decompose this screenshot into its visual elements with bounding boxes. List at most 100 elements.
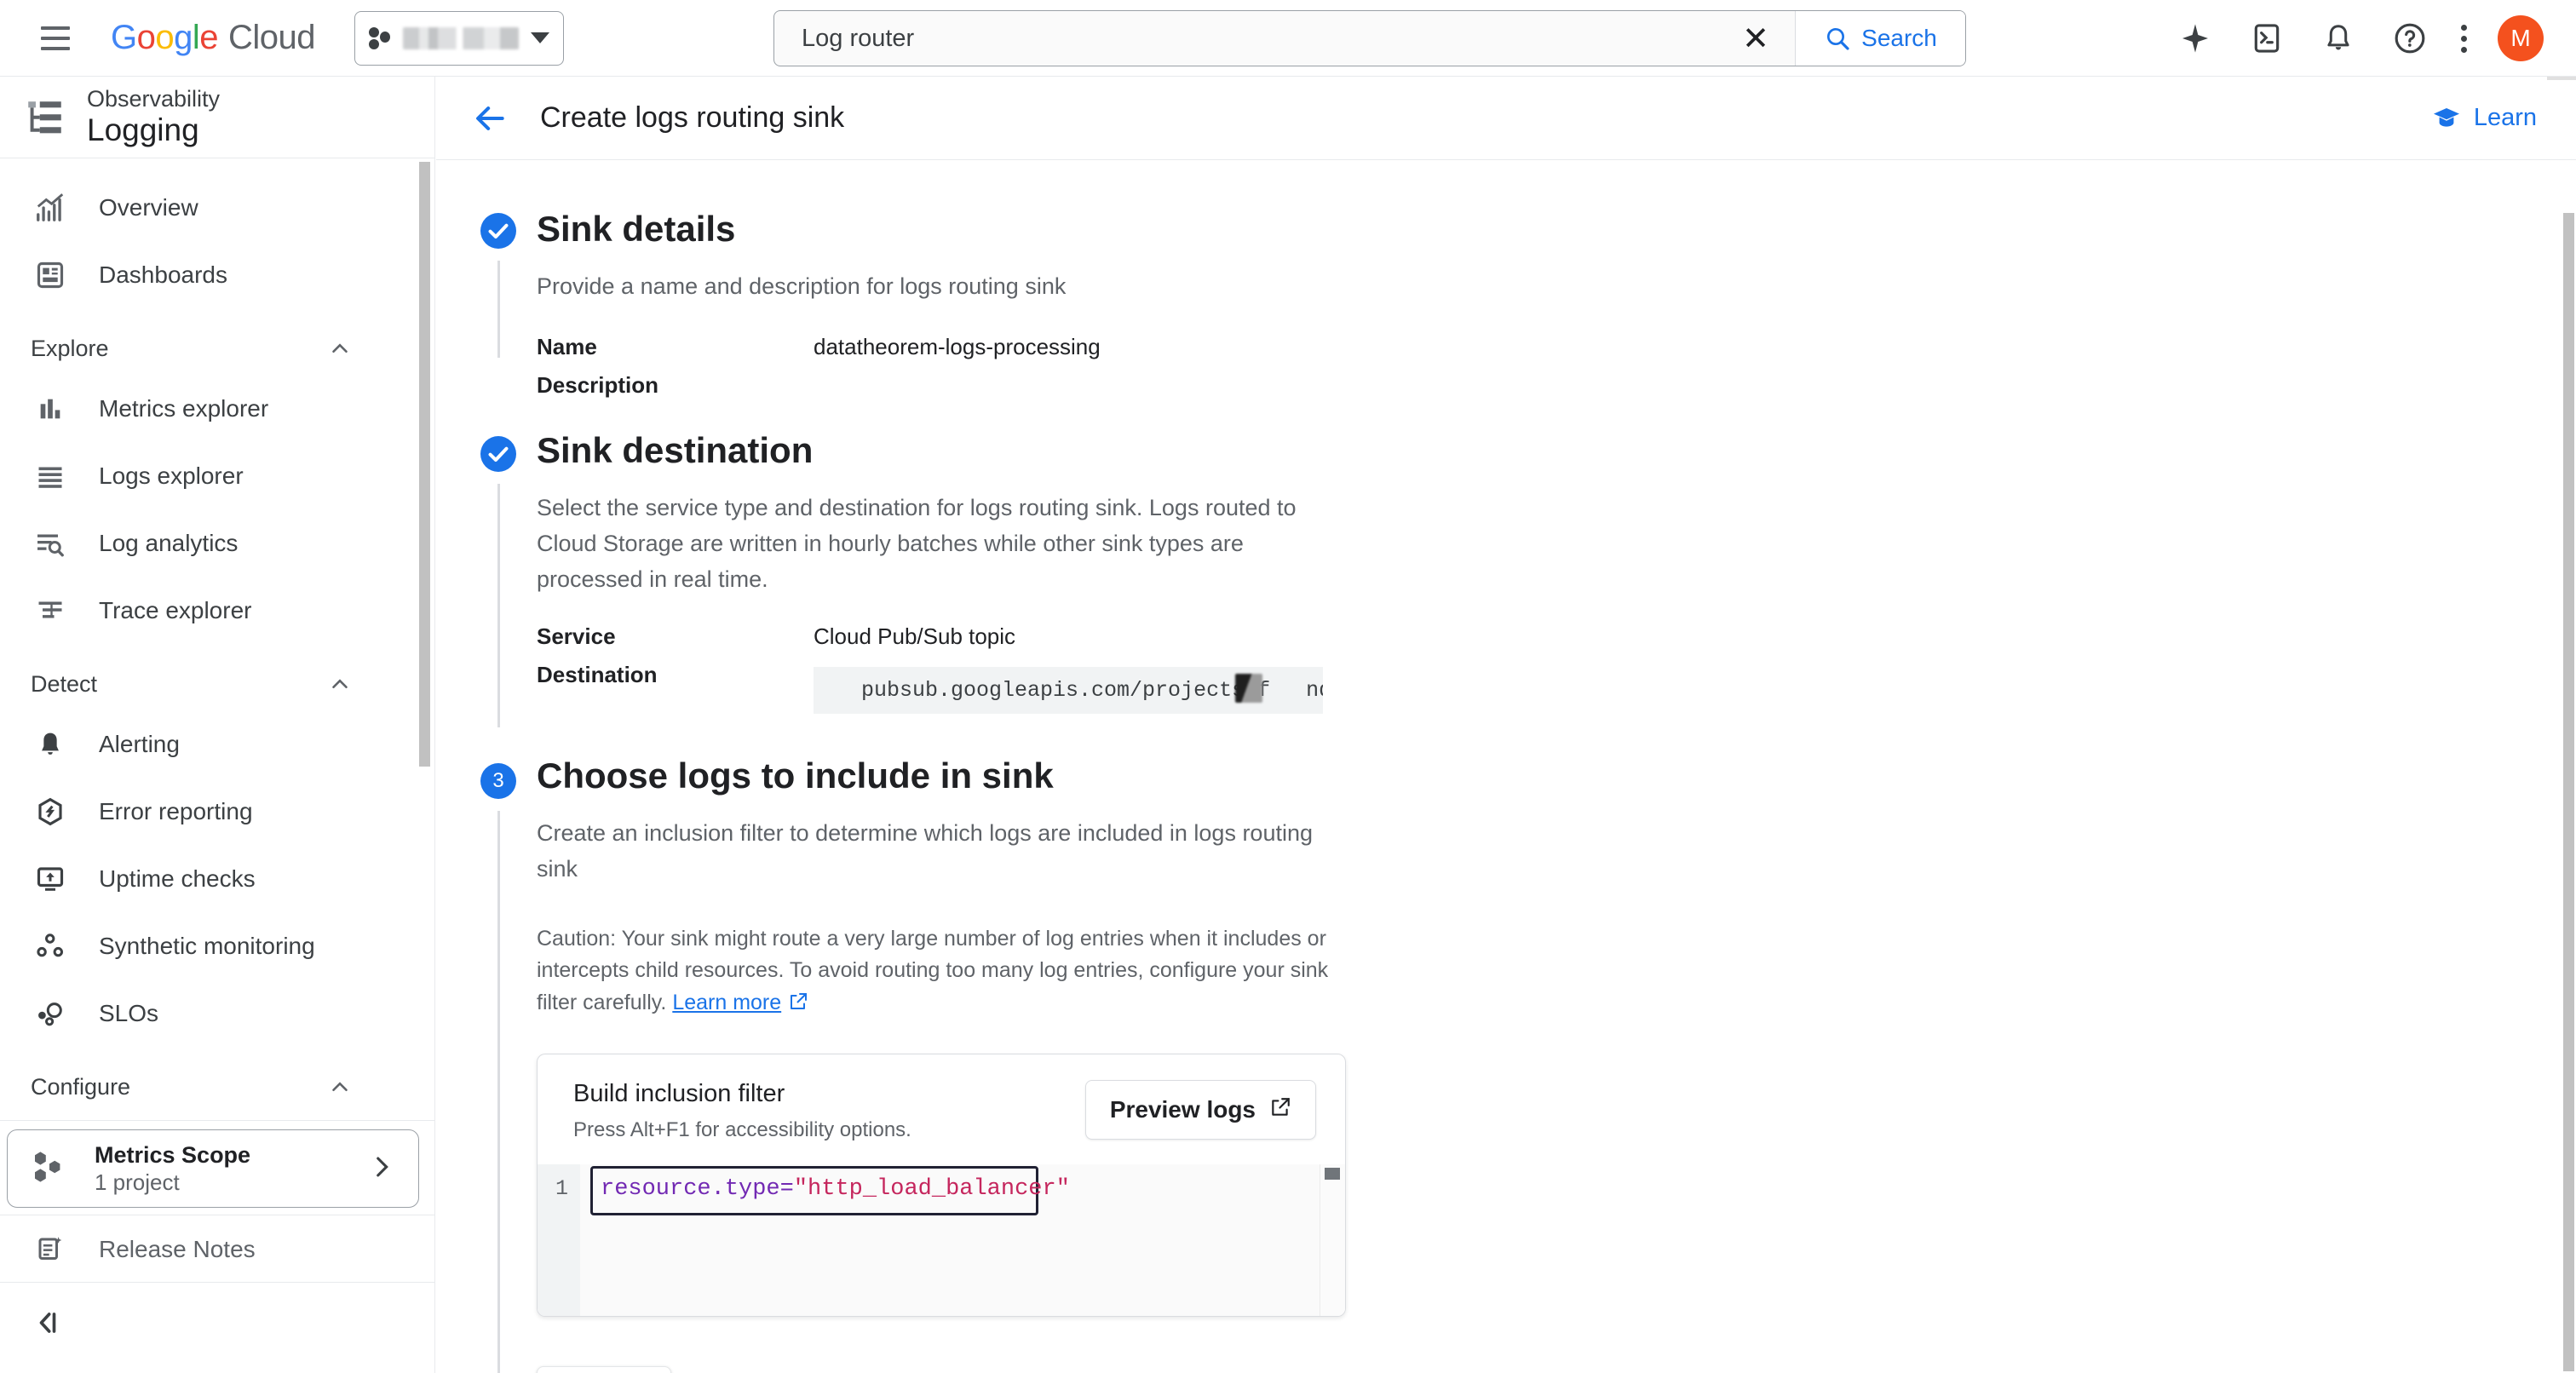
- sidebar-product-header[interactable]: Observability Logging: [0, 77, 434, 158]
- hamburger-menu-icon[interactable]: [36, 19, 75, 58]
- synthetic-nodes-icon: [31, 931, 70, 962]
- sidebar-item-alerting[interactable]: Alerting: [0, 710, 434, 778]
- dashboards-grid-icon: [31, 260, 70, 290]
- sink-description-key: Description: [537, 372, 659, 399]
- filter-card-header: Build inclusion filter Press Alt+F1 for …: [538, 1054, 1345, 1164]
- sidebar-item-uptime-checks[interactable]: Uptime checks: [0, 845, 434, 912]
- sidebar-scrollbar[interactable]: [419, 162, 430, 767]
- project-selector[interactable]: [354, 10, 565, 66]
- sidebar-item-label: Dashboards: [99, 261, 227, 288]
- graduation-cap-icon: [2433, 107, 2459, 127]
- sidebar-item-slos[interactable]: SLOs: [0, 979, 434, 1047]
- sidebar-item-error-reporting[interactable]: Error reporting: [0, 778, 434, 845]
- sidebar-section-label: Explore: [31, 335, 109, 361]
- sidebar-item-label: Error reporting: [99, 797, 253, 824]
- step-3-rail: [497, 810, 500, 1373]
- step-sink-details: Sink details Provide a name and descript…: [436, 160, 2576, 407]
- step-1-description: Provide a name and description for logs …: [537, 273, 1067, 300]
- clear-search-icon[interactable]: ✕: [1716, 11, 1795, 66]
- project-dots-icon: [369, 26, 391, 51]
- sidebar-section-detect[interactable]: Detect: [0, 644, 434, 710]
- chevron-up-icon: [325, 669, 354, 698]
- next-button[interactable]: Next: [537, 1366, 671, 1373]
- caution-learn-more-link[interactable]: Learn more: [672, 991, 781, 1014]
- editor-scroll-track[interactable]: [1320, 1164, 1345, 1317]
- preview-logs-button[interactable]: Preview logs: [1084, 1080, 1316, 1140]
- editor-vertical-scrollbar[interactable]: [1325, 1168, 1340, 1181]
- step-sink-destination: Sink destination Select the service type…: [436, 407, 2576, 728]
- page-title: Create logs routing sink: [540, 101, 845, 134]
- external-link-icon: [788, 990, 808, 1022]
- sidebar-item-trace-explorer[interactable]: Trace explorer: [0, 577, 434, 644]
- caution-body: Caution: Your sink might route a very la…: [537, 926, 1329, 1014]
- notifications-bell-icon[interactable]: [2318, 18, 2359, 59]
- chevron-up-icon: [325, 1072, 354, 1101]
- error-reporting-icon: [31, 796, 70, 827]
- google-cloud-logo[interactable]: Google Cloud: [111, 19, 316, 57]
- sidebar-item-dashboards[interactable]: Dashboards: [0, 241, 434, 308]
- service-value: Cloud Pub/Sub topic: [814, 623, 1016, 649]
- sidebar-item-log-analytics[interactable]: Log analytics: [0, 509, 434, 577]
- release-notes-icon: [31, 1234, 70, 1265]
- destination-row: Destination pubsub.googleapis.com/projec…: [537, 662, 2576, 714]
- metrics-scope-card[interactable]: Metrics Scope 1 project: [7, 1129, 419, 1208]
- editor-code-area[interactable]: resource.type="http_load_balancer": [580, 1164, 1345, 1317]
- destination-key: Destination: [537, 661, 658, 687]
- sidebar-item-release-notes[interactable]: Release Notes: [0, 1215, 434, 1283]
- inclusion-filter-card: Build inclusion filter Press Alt+F1 for …: [537, 1054, 1346, 1318]
- sidebar-item-synthetic-monitoring[interactable]: Synthetic monitoring: [0, 912, 434, 979]
- sidebar-item-label: Uptime checks: [99, 865, 256, 892]
- gemini-sparkle-icon[interactable]: [2175, 18, 2216, 59]
- editor-token-string: "http_load_balancer": [793, 1176, 1070, 1203]
- avatar[interactable]: M: [2498, 15, 2544, 61]
- sidebar-item-overview[interactable]: Overview: [0, 174, 434, 241]
- external-link-icon: [1269, 1096, 1291, 1124]
- step-3-number-badge: 3: [480, 762, 516, 799]
- step-2-rail: [497, 484, 500, 728]
- step-3-title: Choose logs to include in sink: [537, 755, 1054, 796]
- sidebar-item-logs-explorer[interactable]: Logs explorer: [0, 442, 434, 509]
- editor-code-line: resource.type="http_load_balancer": [601, 1176, 1070, 1202]
- sink-name-row: Name datatheorem-logs-processing: [537, 334, 2576, 360]
- sidebar-section-explore[interactable]: Explore: [0, 308, 434, 375]
- collapse-panel-icon[interactable]: [31, 1306, 65, 1344]
- more-options-icon[interactable]: [2461, 24, 2467, 53]
- filter-editor[interactable]: 1 resource.type="http_load_balancer": [538, 1164, 1345, 1317]
- search-button-label: Search: [1861, 25, 1937, 51]
- preview-logs-label: Preview logs: [1109, 1096, 1256, 1123]
- step-1-title: Sink details: [537, 209, 736, 249]
- step-3-description: Create an inclusion filter to determine …: [537, 819, 1313, 882]
- search-bar[interactable]: ✕ Search: [773, 10, 1966, 66]
- search-input[interactable]: [774, 11, 1716, 66]
- sidebar-item-metrics-explorer[interactable]: Metrics explorer: [0, 375, 434, 442]
- logo-cloud-text: Cloud: [228, 19, 316, 56]
- main-scrollbar[interactable]: [2563, 213, 2574, 1371]
- stepper: Sink details Provide a name and descript…: [436, 160, 2576, 1373]
- sink-name-value: datatheorem-logs-processing: [814, 334, 1101, 360]
- sidebar-section-label: Detect: [31, 670, 98, 697]
- sidebar-item-label: Release Notes: [99, 1235, 256, 1262]
- observability-hierarchy-icon: [28, 101, 61, 133]
- sidebar-item-label: Logs explorer: [99, 462, 244, 489]
- search-button[interactable]: Search: [1795, 11, 1965, 66]
- back-arrow-icon[interactable]: [469, 97, 511, 140]
- bell-icon: [31, 730, 70, 759]
- monitor-uptime-icon: [31, 864, 70, 894]
- lines-list-icon: [31, 461, 70, 491]
- sidebar-product-name: Logging: [87, 112, 199, 147]
- sidebar-section-label: Configure: [31, 1073, 131, 1100]
- sidebar-section-configure[interactable]: Configure: [0, 1047, 434, 1113]
- slo-circles-icon: [31, 998, 70, 1029]
- chevron-down-icon: [531, 32, 550, 43]
- filter-card-title: Build inclusion filter: [573, 1080, 785, 1108]
- hexagons-icon: [30, 1146, 71, 1192]
- bar-chart-icon: [31, 394, 70, 423]
- sidebar-item-label: Trace explorer: [99, 596, 252, 623]
- learn-link[interactable]: Learn: [2431, 103, 2537, 134]
- sidebar-divider: [0, 1120, 434, 1121]
- help-icon[interactable]: [2389, 18, 2430, 59]
- editor-line-number: 1: [538, 1164, 580, 1317]
- cloud-shell-icon[interactable]: [2246, 18, 2287, 59]
- sidebar: Observability Logging Overview Dashboard…: [0, 77, 435, 1373]
- main-scroll-track-top: [2547, 77, 2576, 80]
